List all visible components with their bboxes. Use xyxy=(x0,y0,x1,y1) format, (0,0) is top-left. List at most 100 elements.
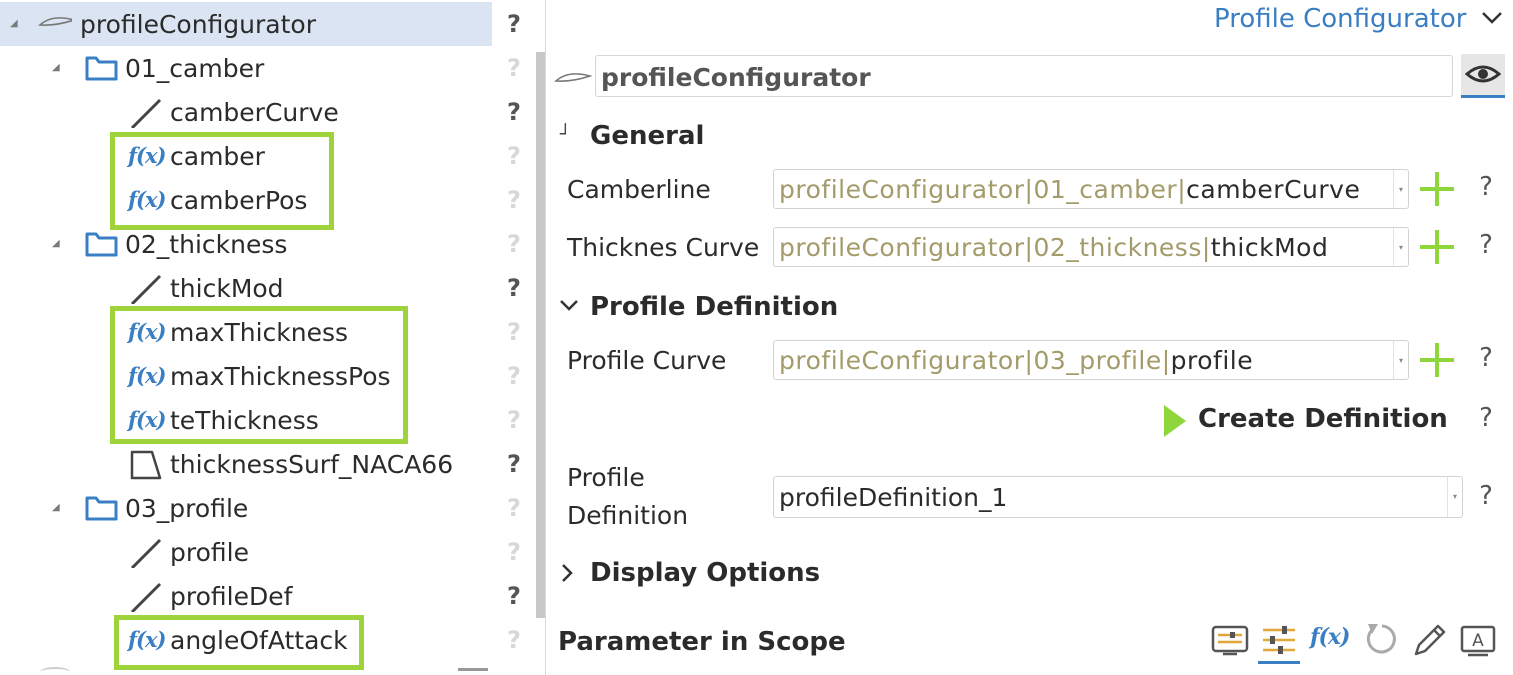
help-icon[interactable]: ? xyxy=(503,310,525,354)
camberline-value: profileConfigurator|01_camber|camberCurv… xyxy=(779,175,1361,204)
dropdown-arrow-icon[interactable]: ▾ xyxy=(1393,341,1408,379)
thickness-curve-value: profileConfigurator|02_thickness|thickMo… xyxy=(779,233,1329,262)
help-icon[interactable]: ? xyxy=(503,134,525,178)
profile-icon xyxy=(38,17,72,26)
profile-curve-label: Profile Curve xyxy=(567,346,727,375)
highlight-box xyxy=(110,132,334,230)
add-icon[interactable] xyxy=(1419,229,1455,265)
help-icon[interactable]: ? xyxy=(503,46,525,90)
section-general[interactable]: General xyxy=(590,121,704,151)
properties-panel: Profile Configurator profileConfigurator… xyxy=(546,0,1513,675)
create-definition-button[interactable]: Create Definition xyxy=(1160,402,1450,442)
help-icon[interactable]: ? xyxy=(1475,403,1497,433)
eye-icon xyxy=(1465,65,1501,83)
visibility-toggle[interactable] xyxy=(1461,54,1505,98)
tree-item-label: profileConfigurator xyxy=(80,10,316,39)
dropdown-arrow-icon[interactable]: ▾ xyxy=(1447,477,1462,517)
panel-title[interactable]: Profile Configurator xyxy=(1214,4,1466,34)
section-profile-definition[interactable]: Profile Definition xyxy=(590,292,838,322)
tree-item-curve[interactable]: profileDef ? xyxy=(0,574,530,618)
tree-item-surface[interactable]: thicknessSurf_NACA66 ? xyxy=(0,442,530,486)
help-icon[interactable]: ? xyxy=(503,486,525,530)
profile-definition-value: profileDefinition_1 xyxy=(779,483,1008,512)
dropdown-arrow-icon[interactable]: ▾ xyxy=(1393,170,1408,208)
folder-icon xyxy=(85,232,118,257)
collapse-icon[interactable]: ◢ xyxy=(10,2,24,46)
tree-scrollbar[interactable] xyxy=(536,52,545,618)
reset-icon[interactable] xyxy=(1362,620,1402,660)
chevron-right-icon[interactable] xyxy=(560,562,574,584)
surface-icon xyxy=(130,450,162,480)
camberline-label: Camberline xyxy=(567,175,711,204)
profile-curve-value: profileConfigurator|03_profile|profile xyxy=(779,346,1254,375)
section-collapse-icon[interactable]: ┘ xyxy=(560,124,571,145)
tree-item-root[interactable]: ◢ profileConfigurator ? xyxy=(0,2,521,46)
create-definition-label: Create Definition xyxy=(1198,404,1448,434)
dropdown-arrow-icon[interactable]: ▾ xyxy=(1393,228,1408,266)
chevron-down-icon[interactable] xyxy=(558,298,580,314)
help-icon[interactable]: ? xyxy=(503,354,525,398)
folder-icon xyxy=(85,56,118,81)
help-icon[interactable]: ? xyxy=(503,398,525,442)
collapse-icon[interactable]: ◢ xyxy=(52,46,66,90)
name-field[interactable]: profileConfigurator xyxy=(595,55,1453,97)
svg-text:A: A xyxy=(1472,631,1484,651)
profile-icon xyxy=(554,73,592,82)
curve-icon xyxy=(130,274,162,304)
help-icon[interactable]: ? xyxy=(503,266,525,310)
tree-item-label: camberCurve xyxy=(170,98,339,127)
thickness-curve-label: Thicknes Curve xyxy=(567,233,760,262)
thickness-curve-select[interactable]: profileConfigurator|02_thickness|thickMo… xyxy=(773,227,1409,267)
help-icon[interactable]: ? xyxy=(503,90,525,134)
help-icon[interactable]: ? xyxy=(503,530,525,574)
play-icon xyxy=(1164,405,1186,437)
profile-definition-label: Profile xyxy=(567,463,645,492)
function-filter-icon[interactable]: f(x) xyxy=(1310,624,1350,650)
help-icon[interactable]: ? xyxy=(503,222,525,266)
profile-definition-select[interactable]: profileDefinition_1 ▾ xyxy=(773,476,1463,518)
monitor-params-icon[interactable] xyxy=(1210,620,1250,660)
chevron-down-icon[interactable] xyxy=(1480,10,1504,26)
collapse-icon[interactable]: ◢ xyxy=(52,222,66,266)
profile-definition-label-line2: Definition xyxy=(567,501,689,530)
help-icon[interactable]: ? xyxy=(1475,172,1497,202)
tree-item-curve[interactable]: thickMod ? xyxy=(0,266,530,310)
curve-icon xyxy=(130,582,162,612)
help-icon[interactable]: ? xyxy=(503,442,525,486)
tree-item-label: 01_camber xyxy=(125,54,265,83)
pencil-icon[interactable] xyxy=(1410,620,1450,660)
sliders-icon xyxy=(1263,626,1295,654)
tree-item-folder[interactable]: ◢ 01_camber ? xyxy=(0,46,530,90)
tree-item-label: thickMod xyxy=(170,274,284,303)
highlight-box xyxy=(114,615,364,670)
folder-icon xyxy=(85,496,118,521)
sliders-tab[interactable] xyxy=(1258,620,1300,664)
help-icon[interactable]: ? xyxy=(1475,343,1497,373)
text-label-icon[interactable]: A xyxy=(1458,620,1498,660)
parameter-scope-title: Parameter in Scope xyxy=(558,627,846,657)
highlight-box xyxy=(110,306,408,444)
tree-item-partial xyxy=(40,667,70,675)
add-icon[interactable] xyxy=(1419,171,1455,207)
curve-icon xyxy=(130,98,162,128)
tree-item-label: thicknessSurf_NACA66 xyxy=(170,450,454,479)
scene-tree: ◢ profileConfigurator ? ◢ 01_camber ? ca… xyxy=(0,0,546,675)
help-icon[interactable]: ? xyxy=(1475,481,1497,511)
camberline-select[interactable]: profileConfigurator|01_camber|camberCurv… xyxy=(773,169,1409,209)
tree-item-folder[interactable]: ◢ 03_profile ? xyxy=(0,486,530,530)
section-display-options[interactable]: Display Options xyxy=(590,558,820,588)
tree-item-partial xyxy=(458,668,488,671)
add-icon[interactable] xyxy=(1419,342,1455,378)
help-icon[interactable]: ? xyxy=(503,2,525,46)
name-field-value: profileConfigurator xyxy=(601,63,871,92)
tree-item-curve[interactable]: camberCurve ? xyxy=(0,90,530,134)
profile-curve-select[interactable]: profileConfigurator|03_profile|profile ▾ xyxy=(773,340,1409,380)
help-icon[interactable]: ? xyxy=(503,618,525,662)
collapse-icon[interactable]: ◢ xyxy=(52,486,66,530)
tree-item-label: 03_profile xyxy=(125,494,249,523)
help-icon[interactable]: ? xyxy=(1475,230,1497,260)
tree-item-curve[interactable]: profile ? xyxy=(0,530,530,574)
tree-item-label: profile xyxy=(170,538,249,567)
help-icon[interactable]: ? xyxy=(503,574,525,618)
help-icon[interactable]: ? xyxy=(503,178,525,222)
